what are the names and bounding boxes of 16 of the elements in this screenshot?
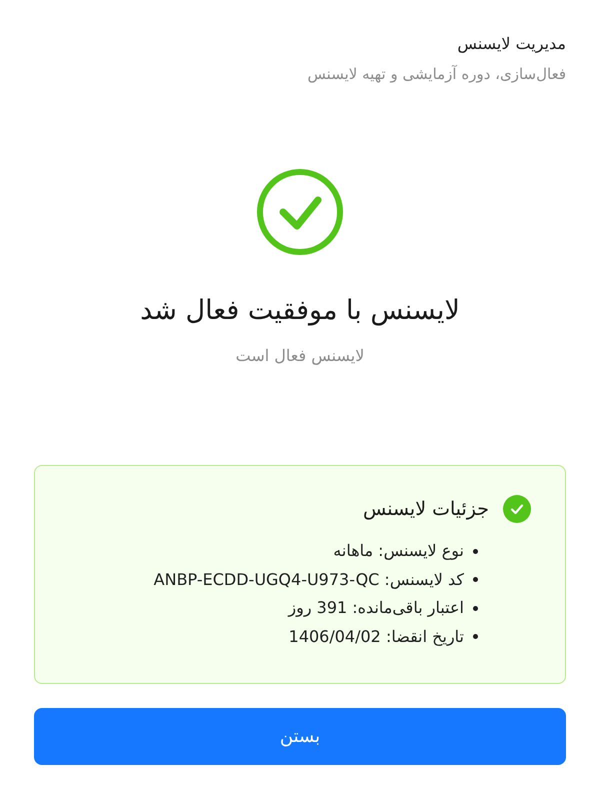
detail-item: تاریخ انقضا: 1406/04/02 xyxy=(288,626,464,648)
dialog-title: مدیریت لایسنس xyxy=(457,33,566,55)
detail-item: نوع لایسنس: ماهانه xyxy=(333,540,464,562)
bullet-icon xyxy=(473,634,478,640)
check-circle-icon xyxy=(503,495,531,523)
success-check-icon xyxy=(257,169,343,255)
result-heading: لایسنس با موفقیت فعال شد xyxy=(140,294,460,328)
bullet-icon xyxy=(473,606,478,611)
result-message: لایسنس فعال است xyxy=(236,345,364,367)
close-button[interactable]: بستن xyxy=(34,708,566,765)
bullet-icon xyxy=(473,577,478,582)
detail-item: کد لایسنس: ANBP-ECDD-UGQ4-U973-QC xyxy=(154,568,464,591)
details-title: جزئیات لایسنس xyxy=(363,497,489,522)
detail-item: اعتبار باقی‌مانده: 391 روز xyxy=(288,597,464,620)
bullet-icon xyxy=(473,548,478,554)
dialog-subtitle: فعال‌سازی، دوره آزمایشی و تهیه لایسنس xyxy=(308,64,566,85)
